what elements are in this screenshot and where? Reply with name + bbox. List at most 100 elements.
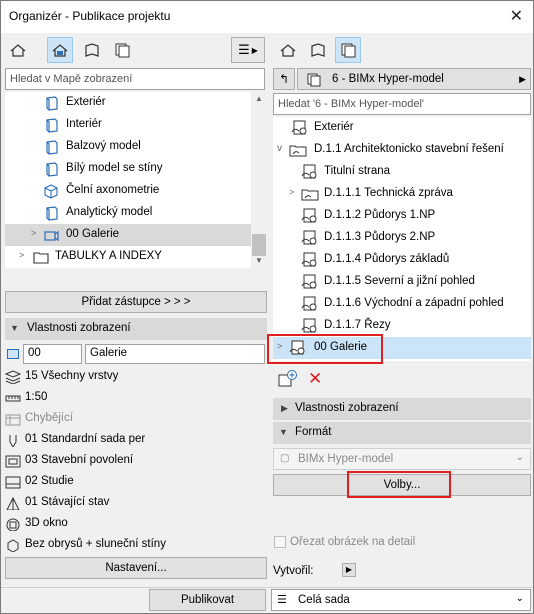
view-id-field[interactable]: 00 xyxy=(23,344,82,364)
tree-item-selected[interactable]: > 00 Galerie xyxy=(5,224,267,246)
publish-scope-select[interactable]: ☰ Celá sada ⌄ xyxy=(271,589,531,611)
window-3d-row[interactable]: 3D okno xyxy=(5,514,267,535)
chevron-right-icon: ▶ xyxy=(251,45,258,55)
chevron-right-icon[interactable]: > xyxy=(19,250,24,260)
property-label: 01 Standardní sada per xyxy=(25,433,146,445)
format-select[interactable]: ▢ BIMx Hyper-model ⌄ xyxy=(273,448,531,470)
pen-set-row[interactable]: 01 Standardní sada per xyxy=(5,430,267,451)
project-map-icon[interactable] xyxy=(275,37,301,63)
publish-scope-value: Celá sada xyxy=(298,594,350,606)
tree-item[interactable]: Interiér xyxy=(5,114,267,136)
box-3d-icon xyxy=(46,140,58,155)
title-bar: Organizér - Publikace projektu ✕ xyxy=(1,1,533,33)
triangle-down-icon: ▼ xyxy=(10,323,19,333)
tree-item[interactable]: D.1.1.2 Půdorys 1.NP xyxy=(273,205,531,227)
publish-button[interactable]: Publikovat xyxy=(149,589,266,611)
triangle-right-icon: ▶ xyxy=(281,403,288,413)
tree-item-label: Čelní axonometrie xyxy=(66,184,160,196)
format-file-icon: ▢ xyxy=(280,453,290,464)
publish-item-icon xyxy=(301,318,317,333)
view-map-tree: Exteriér Interiér Balzový model Bílý mod… xyxy=(5,92,267,268)
tree-item[interactable]: D.1.1.5 Severní a jižní pohled xyxy=(273,271,531,293)
tree-item[interactable]: Titulní strana xyxy=(273,161,531,183)
tree-item-label: D.1.1.7 Řezy xyxy=(324,319,391,331)
tree-item[interactable]: v D.1.1 Architektonicko stavební řešení xyxy=(273,139,531,161)
tree-item[interactable]: Exteriér xyxy=(273,117,531,139)
tree-item[interactable]: D.1.1.3 Půdorys 2.NP xyxy=(273,227,531,249)
folder-icon xyxy=(33,252,49,264)
renovation-filter-row[interactable]: 01 Stávající stav xyxy=(5,493,267,514)
new-item-button[interactable] xyxy=(277,369,299,389)
view-map-icon[interactable] xyxy=(47,37,73,63)
tree-item[interactable]: D.1.1.4 Půdorys základů xyxy=(273,249,531,271)
publisher-sets-icon[interactable] xyxy=(335,37,361,63)
tree-item[interactable]: > D.1.1.1 Technická zpráva xyxy=(273,183,531,205)
divider xyxy=(1,587,533,588)
layers-icon xyxy=(5,370,21,384)
create-expand-button[interactable]: ▶ xyxy=(342,563,356,577)
chevron-down-icon: ⌄ xyxy=(515,593,524,604)
view-properties-header[interactable]: ▼ Vlastnosti zobrazení xyxy=(5,318,267,340)
layout-book-icon[interactable] xyxy=(305,37,331,63)
tree-item[interactable]: Bílý model se stíny xyxy=(5,158,267,180)
view-properties-header[interactable]: ▶ Vlastnosti zobrazení xyxy=(273,398,531,420)
publish-item-icon xyxy=(301,208,317,223)
hamburger-icon: ☰ xyxy=(238,42,250,57)
list-icon: ☰ xyxy=(277,594,287,606)
tree-item[interactable]: Exteriér xyxy=(5,92,267,114)
tree-item-label: D.1.1.1 Technická zpráva xyxy=(324,187,453,199)
scroll-down-icon[interactable]: ▼ xyxy=(255,256,263,265)
chevron-right-icon[interactable]: > xyxy=(31,228,36,238)
structure-icon xyxy=(5,414,21,426)
publisher-set-dropdown[interactable]: 6 - BIMx Hyper-model ▶ xyxy=(297,68,531,90)
graphic-override-row[interactable]: 02 Studie xyxy=(5,472,267,493)
publisher-sets-icon[interactable] xyxy=(109,37,135,63)
tree-item-label: Exteriér xyxy=(314,121,354,133)
cube-axon-icon xyxy=(44,184,58,199)
crop-label: Ořezat obrázek na detail xyxy=(290,536,416,548)
tree-item[interactable]: D.1.1.6 Východní a západní pohled xyxy=(273,293,531,315)
tree-item-label: 00 Galerie xyxy=(66,228,120,240)
section-title: Formát xyxy=(295,426,332,438)
publish-item-icon xyxy=(301,274,317,289)
close-icon[interactable]: ✕ xyxy=(510,6,523,26)
settings-button[interactable]: Nastavení... xyxy=(5,557,267,579)
tree-item[interactable]: Analytický model xyxy=(5,202,267,224)
property-label: 02 Studie xyxy=(25,475,74,487)
publisher-sets-icon xyxy=(307,73,321,87)
chevron-down-icon: ⌄ xyxy=(515,452,524,463)
scale-row[interactable]: 1:50 xyxy=(5,388,267,409)
tree-item-label: Exteriér xyxy=(66,96,106,108)
chevron-down-icon[interactable]: v xyxy=(277,143,282,154)
layer-combination-row[interactable]: 15 Všechny vrstvy xyxy=(5,367,267,388)
tree-scrollbar[interactable]: ▲ ▼ xyxy=(251,92,267,268)
model-view-options-row[interactable]: 03 Stavební povolení xyxy=(5,451,267,472)
box-3d-icon xyxy=(46,206,58,221)
delete-icon[interactable]: ✕ xyxy=(308,369,326,389)
box-3d-icon xyxy=(46,162,58,177)
tree-item-label: Interiér xyxy=(66,118,102,130)
add-shortcut-button[interactable]: Přidat zástupce > > > xyxy=(5,291,267,313)
layout-book-icon[interactable] xyxy=(79,37,105,63)
view-name-field[interactable]: Galerie xyxy=(85,344,265,364)
tree-item[interactable]: Balzový model xyxy=(5,136,267,158)
crop-checkbox[interactable] xyxy=(274,536,286,548)
publisher-search-input[interactable]: Hledat '6 - BIMx Hyper-model' xyxy=(273,93,531,115)
view-map-search-input[interactable]: Hledat v Mapě zobrazení xyxy=(5,68,265,90)
triangle-down-icon: ▼ xyxy=(279,427,288,437)
format-header[interactable]: ▼ Formát xyxy=(273,422,531,444)
renovation-icon xyxy=(6,496,20,510)
tree-item[interactable]: > TABULKY A INDEXY xyxy=(5,246,267,268)
scroll-thumb[interactable] xyxy=(252,234,266,256)
structure-display-row[interactable]: Chybějící xyxy=(5,409,267,430)
up-level-button[interactable]: ↰ xyxy=(273,68,295,90)
style-3d-row[interactable]: Bez obrysů + sluneční stíny xyxy=(5,535,267,556)
project-map-icon[interactable] xyxy=(5,37,31,63)
publisher-set-name: 6 - BIMx Hyper-model xyxy=(332,73,444,85)
tree-item[interactable]: Čelní axonometrie xyxy=(5,180,267,202)
scroll-up-icon[interactable]: ▲ xyxy=(255,94,263,103)
format-value: BIMx Hyper-model xyxy=(298,453,394,465)
scale-icon xyxy=(5,395,21,402)
chevron-right-icon[interactable]: > xyxy=(289,187,294,197)
menu-button[interactable]: ☰ ▶ xyxy=(231,37,265,63)
